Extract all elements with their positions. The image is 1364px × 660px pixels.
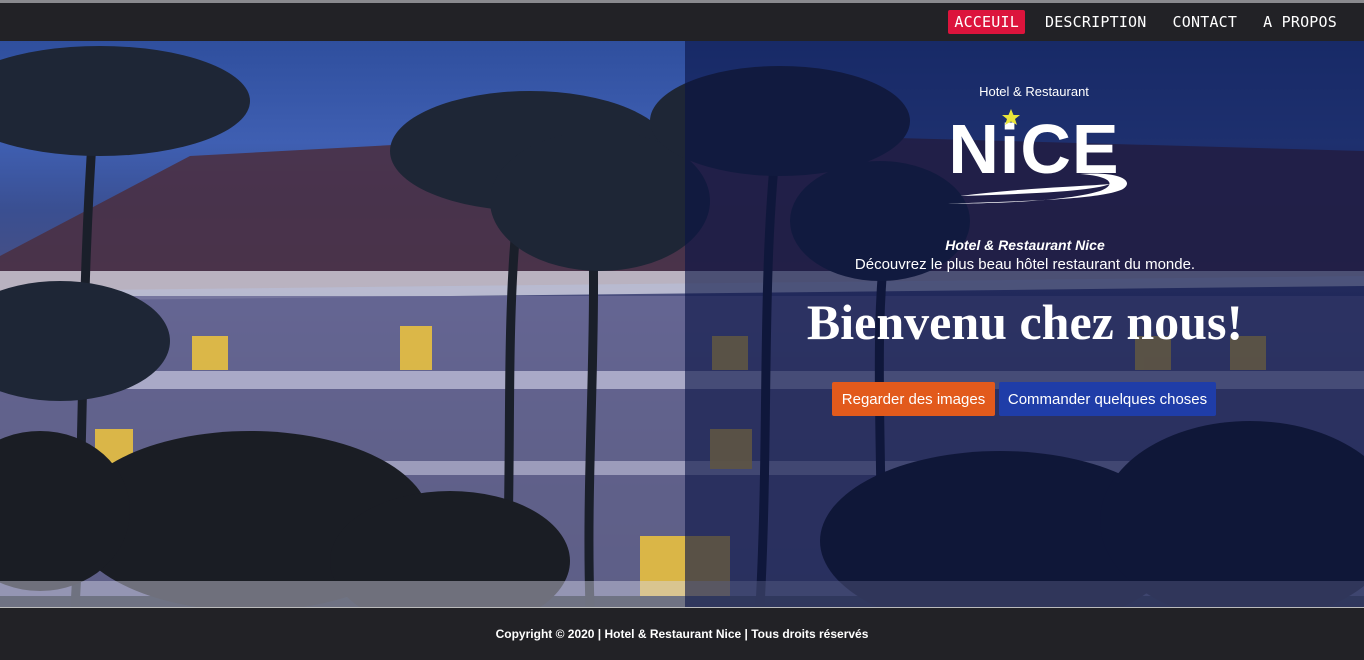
hotel-logo: Hotel & Restaurant NiCE: [940, 81, 1130, 206]
hero-tagline-subtitle: Découvrez le plus beau hôtel restaurant …: [854, 256, 1196, 273]
page-footer: Copyright © 2020 | Hotel & Restaurant Ni…: [0, 608, 1364, 660]
nav-item-contact[interactable]: CONTACT: [1167, 10, 1244, 34]
nav-item-accueil[interactable]: ACCEUIL: [948, 10, 1025, 34]
top-navbar: ACCEUIL DESCRIPTION CONTACT A PROPOS: [0, 3, 1364, 41]
hero-tagline-title: Hotel & Restaurant Nice: [945, 237, 1105, 253]
nav-item-a-propos[interactable]: A PROPOS: [1257, 10, 1343, 34]
hero-banner: Hotel & Restaurant NiCE Hotel & Restaura…: [0, 41, 1364, 607]
nav-item-description[interactable]: DESCRIPTION: [1039, 10, 1153, 34]
hero-headline: Bienvenu chez nous!: [806, 294, 1244, 350]
view-images-button[interactable]: Regarder des images: [832, 382, 995, 416]
logo-brand-text: NiCE: [948, 110, 1119, 188]
order-button[interactable]: Commander quelques choses: [999, 382, 1216, 416]
logo-top-text: Hotel & Restaurant: [979, 84, 1089, 99]
copyright-text: Copyright © 2020 | Hotel & Restaurant Ni…: [495, 627, 869, 641]
